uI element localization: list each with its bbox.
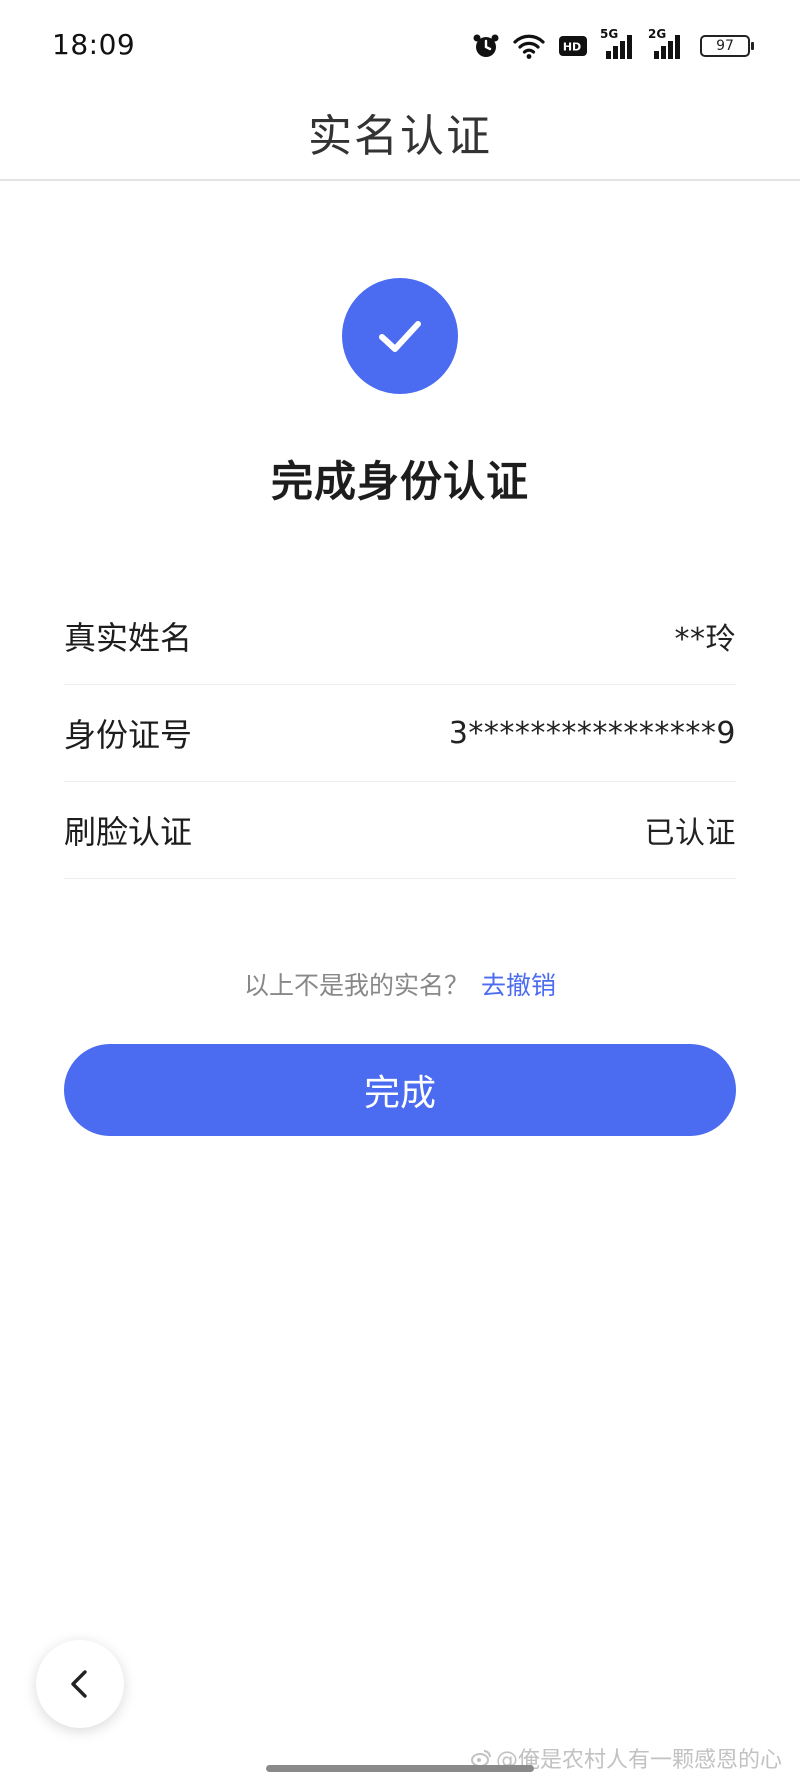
- revoke-link[interactable]: 去撤销: [481, 971, 556, 1000]
- battery-level: 97: [716, 38, 734, 54]
- screen: 18:09 HD 5G 2G 97 实名认证 完成身份认证 真实姓名 **玲 身…: [0, 0, 800, 1787]
- net2-label: 2G: [648, 27, 667, 41]
- hd-label: HD: [563, 41, 581, 54]
- signal-2g-icon: 2G: [648, 27, 684, 61]
- success-title: 完成身份认证: [270, 457, 529, 506]
- wifi-icon: [512, 32, 546, 60]
- header-divider: [0, 179, 800, 181]
- signal-5g-icon: 5G: [600, 27, 636, 61]
- battery-icon: 97: [700, 35, 754, 57]
- chevron-left-icon: [71, 1670, 87, 1698]
- status-time: 18:09: [52, 28, 136, 61]
- info-row-name: 真实姓名 **玲: [64, 588, 736, 685]
- info-row-face-auth: 刷脸认证 已认证: [64, 782, 736, 879]
- done-button[interactable]: 完成: [64, 1044, 736, 1136]
- home-indicator[interactable]: [266, 1765, 534, 1772]
- check-icon: [379, 321, 421, 352]
- status-bar: 18:09 HD 5G 2G 97: [0, 0, 800, 92]
- hd-icon: HD: [558, 35, 588, 57]
- watermark-text: @俺是农村人有一颗感恩的心: [495, 1748, 782, 1773]
- alarm-icon: [472, 32, 500, 60]
- info-label: 刷脸认证: [64, 813, 193, 851]
- info-label: 身份证号: [64, 716, 193, 754]
- revoke-line: 以上不是我的实名？ 去撤销: [0, 966, 800, 1002]
- info-value: **玲: [674, 622, 736, 657]
- info-value: 已认证: [644, 816, 736, 851]
- info-list: 真实姓名 **玲 身份证号 3****************9 刷脸认证 已认…: [64, 588, 736, 879]
- back-button[interactable]: [36, 1640, 124, 1728]
- info-value: 3****************9: [448, 715, 736, 751]
- success-badge: [342, 278, 458, 394]
- revoke-question: 以上不是我的实名？: [243, 971, 469, 1000]
- status-icons: HD 5G 2G 97: [472, 27, 754, 62]
- net1-label: 5G: [600, 27, 619, 41]
- page-title: 实名认证: [308, 111, 492, 162]
- info-label: 真实姓名: [64, 619, 193, 657]
- info-row-id-number: 身份证号 3****************9: [64, 685, 736, 782]
